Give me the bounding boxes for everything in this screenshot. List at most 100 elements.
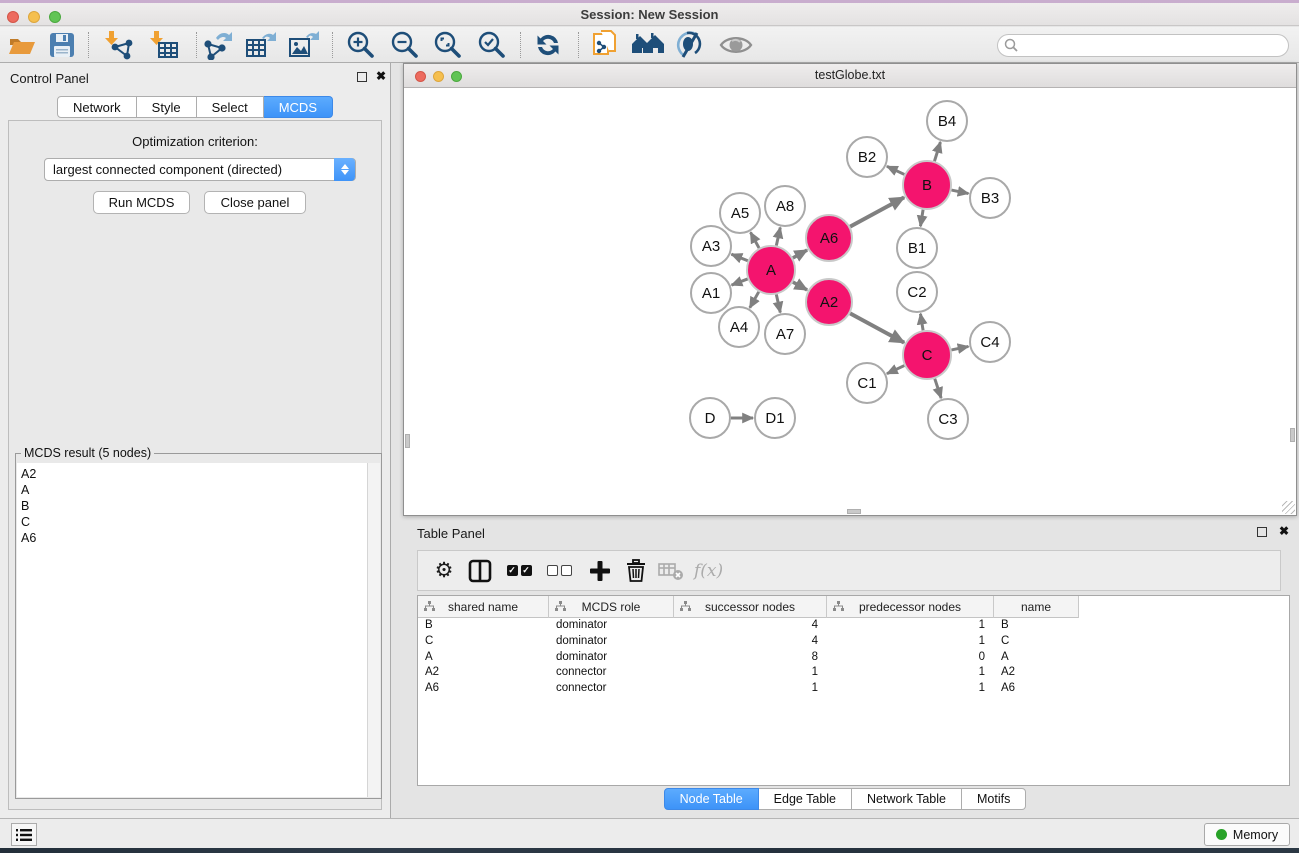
tab-select[interactable]: Select — [197, 96, 264, 118]
graph-node-B1[interactable]: B1 — [897, 228, 937, 268]
graph-node-A3[interactable]: A3 — [691, 226, 731, 266]
tab-mcds[interactable]: MCDS — [264, 96, 333, 118]
graph-node-A7[interactable]: A7 — [765, 314, 805, 354]
tab-edge-table[interactable]: Edge Table — [759, 788, 852, 810]
import-network-icon[interactable] — [103, 29, 137, 61]
close-panel-icon[interactable]: ✖ — [376, 69, 386, 83]
float-panel-icon[interactable] — [357, 72, 367, 82]
horizontal-scrollbar-thumb[interactable] — [847, 509, 861, 514]
task-history-button[interactable] — [11, 823, 37, 846]
graph-node-D1[interactable]: D1 — [755, 398, 795, 438]
deselect-all-columns-icon[interactable] — [544, 556, 574, 586]
edge-A6-B[interactable] — [850, 197, 904, 226]
graph-node-A4[interactable]: A4 — [719, 307, 759, 347]
export-table-icon[interactable] — [244, 29, 278, 61]
network-canvas[interactable]: AA1A2A3A4A5A6A7A8BB1B2B3B4CC1C2C3C4DD1 — [404, 88, 1296, 515]
edge-A-A1[interactable] — [732, 279, 748, 285]
search-input[interactable] — [997, 34, 1289, 57]
mcds-result-item[interactable]: B — [21, 498, 367, 514]
graph-node-A6[interactable]: A6 — [806, 215, 852, 261]
table-cell[interactable]: 8 — [674, 650, 827, 666]
graph-node-C[interactable]: C — [903, 331, 951, 379]
right-scrollbar-thumb[interactable] — [1290, 428, 1295, 442]
table-cell[interactable]: A2 — [994, 665, 1079, 681]
float-panel-icon[interactable] — [1257, 527, 1267, 537]
refresh-icon[interactable] — [531, 29, 565, 61]
graph-node-C4[interactable]: C4 — [970, 322, 1010, 362]
edge-A-A4[interactable] — [750, 292, 759, 308]
edge-C-C2[interactable] — [920, 314, 923, 331]
zoom-in-icon[interactable] — [344, 29, 378, 61]
mcds-list-scrollbar[interactable] — [367, 463, 380, 797]
table-cell[interactable]: connector — [549, 681, 674, 697]
table-cell[interactable]: dominator — [549, 618, 674, 634]
import-table-icon[interactable] — [148, 29, 182, 61]
edge-B-B2[interactable] — [887, 166, 904, 174]
tab-style[interactable]: Style — [137, 96, 197, 118]
graph-node-A[interactable]: A — [747, 246, 795, 294]
zoom-fit-icon[interactable] — [431, 29, 465, 61]
graph-node-A8[interactable]: A8 — [765, 186, 805, 226]
graph-node-B4[interactable]: B4 — [927, 101, 967, 141]
save-session-icon[interactable] — [45, 29, 79, 61]
edge-C-C4[interactable] — [951, 346, 968, 350]
tab-motifs[interactable]: Motifs — [962, 788, 1026, 810]
export-network-icon[interactable] — [201, 29, 235, 61]
table-cell[interactable]: C — [994, 634, 1079, 650]
table-row[interactable]: Adominator80A — [418, 650, 1289, 666]
column-header-shared-name[interactable]: shared name — [418, 596, 549, 618]
table-cell[interactable]: connector — [549, 665, 674, 681]
close-panel-button[interactable]: Close panel — [204, 191, 306, 214]
edge-C-C1[interactable] — [887, 366, 904, 374]
memory-button[interactable]: Memory — [1204, 823, 1290, 846]
delete-table-icon[interactable] — [656, 556, 686, 586]
graph-node-C2[interactable]: C2 — [897, 272, 937, 312]
column-header-predecessor-nodes[interactable]: predecessor nodes — [827, 596, 994, 618]
table-cell[interactable]: dominator — [549, 650, 674, 666]
table-cell[interactable]: A2 — [418, 665, 549, 681]
graph-node-B[interactable]: B — [903, 161, 951, 209]
show-panels-icon[interactable] — [719, 29, 753, 61]
vertical-scrollbar-thumb[interactable] — [405, 434, 410, 448]
mcds-result-item[interactable]: C — [21, 514, 367, 530]
open-session-icon[interactable] — [5, 29, 39, 61]
graph-node-D[interactable]: D — [690, 398, 730, 438]
criterion-select[interactable]: largest connected component (directed) — [44, 158, 356, 181]
graph-node-A2[interactable]: A2 — [806, 279, 852, 325]
table-cell[interactable]: A — [418, 650, 549, 666]
edge-A-A5[interactable] — [751, 232, 760, 248]
table-cell[interactable]: 1 — [674, 665, 827, 681]
edge-C-C3[interactable] — [935, 379, 941, 398]
export-image-icon[interactable] — [287, 29, 321, 61]
delete-column-icon[interactable] — [622, 556, 650, 586]
table-row[interactable]: A6connector11A6 — [418, 681, 1289, 697]
table-cell[interactable]: 0 — [827, 650, 994, 666]
table-cell[interactable]: 4 — [674, 618, 827, 634]
tab-node-table[interactable]: Node Table — [664, 788, 759, 810]
table-cell[interactable]: dominator — [549, 634, 674, 650]
table-cell[interactable]: C — [418, 634, 549, 650]
graph-node-B3[interactable]: B3 — [970, 178, 1010, 218]
edge-A-A3[interactable] — [731, 254, 747, 261]
graph-node-A5[interactable]: A5 — [720, 193, 760, 233]
table-row[interactable]: A2connector11A2 — [418, 665, 1289, 681]
show-columns-icon[interactable] — [466, 556, 494, 586]
add-column-icon[interactable] — [586, 556, 614, 586]
network-from-selection-icon[interactable] — [589, 29, 623, 61]
edge-B-B3[interactable] — [951, 190, 968, 194]
graph-node-C1[interactable]: C1 — [847, 363, 887, 403]
mcds-result-item[interactable]: A6 — [21, 530, 367, 546]
hide-panels-icon[interactable] — [673, 29, 707, 61]
table-cell[interactable]: 1 — [827, 665, 994, 681]
edge-A-A7[interactable] — [776, 294, 780, 312]
column-header-successor-nodes[interactable]: successor nodes — [674, 596, 827, 618]
table-cell[interactable]: A — [994, 650, 1079, 666]
resize-grip-icon[interactable] — [1282, 501, 1295, 514]
select-stepper-icon[interactable] — [334, 158, 355, 181]
zoom-selected-icon[interactable] — [475, 29, 509, 61]
table-cell[interactable]: A6 — [418, 681, 549, 697]
edge-B-B4[interactable] — [934, 142, 940, 161]
table-cell[interactable]: 4 — [674, 634, 827, 650]
graph-node-A1[interactable]: A1 — [691, 273, 731, 313]
mcds-result-item[interactable]: A2 — [21, 466, 367, 482]
